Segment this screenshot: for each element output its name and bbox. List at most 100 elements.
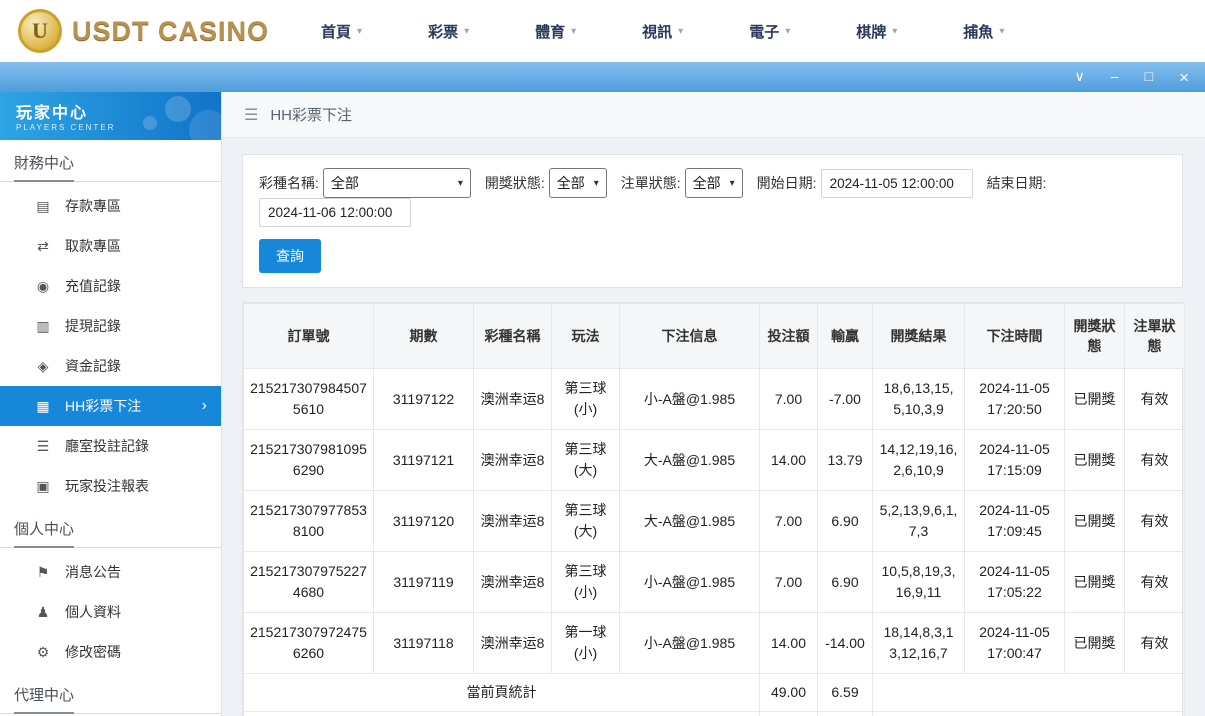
bet-status-select[interactable]: 全部 bbox=[685, 168, 743, 198]
cell-lottery-name: 澳洲幸运8 bbox=[474, 613, 552, 674]
cell-bet-amount: 7.00 bbox=[760, 369, 818, 430]
cell-draw-result: 10,5,8,19,3,16,9,11 bbox=[873, 552, 965, 613]
end-date-input[interactable] bbox=[259, 198, 411, 227]
cell-bet-time: 2024-11-05 17:05:22 bbox=[965, 552, 1065, 613]
cell-bet-status: 有效 bbox=[1125, 430, 1185, 491]
nav-item-cards[interactable]: 棋牌 bbox=[856, 21, 897, 42]
cell-winloss: 13.79 bbox=[818, 430, 873, 491]
nav-item-sports[interactable]: 體育 bbox=[535, 21, 576, 42]
window-title-bar: ∨ – □ × bbox=[0, 62, 1205, 92]
chevron-down-icon bbox=[571, 26, 576, 37]
cell-bet-amount: 14.00 bbox=[760, 613, 818, 674]
maximize-icon[interactable]: □ bbox=[1145, 69, 1153, 86]
cell-issue: 31197121 bbox=[374, 430, 474, 491]
table-header-row: 訂單號 期數 彩種名稱 玩法 下注信息 投注額 輸贏 開獎結果 下注時間 開獎狀… bbox=[244, 304, 1185, 369]
sidebar-item-change-password[interactable]: ⚙ 修改密碼 bbox=[0, 632, 221, 672]
grand-total-bet: 214.00 bbox=[760, 712, 818, 716]
bet-status-label: 注單狀態: bbox=[621, 173, 681, 193]
lottery-bets-icon: ▦ bbox=[34, 398, 52, 415]
cell-bet-status: 有效 bbox=[1125, 552, 1185, 613]
filter-panel: 彩種名稱: 全部 開獎狀態: 全部 注單狀態: 全部 開始日期: 結束日期: 查… bbox=[242, 154, 1183, 288]
sidebar-item-withdraw-area[interactable]: ⇄ 取款專區 bbox=[0, 226, 221, 266]
cell-issue: 31197120 bbox=[374, 491, 474, 552]
close-icon[interactable]: × bbox=[1179, 69, 1189, 86]
breadcrumb: ☰ HH彩票下注 bbox=[222, 92, 1205, 138]
hall-records-icon: ☰ bbox=[34, 438, 52, 455]
draw-status-select[interactable]: 全部 bbox=[549, 168, 607, 198]
bet-status-value: 全部 bbox=[693, 173, 721, 193]
cell-bet-info: 小-A盤@1.985 bbox=[620, 369, 760, 430]
collapse-icon[interactable]: ∨ bbox=[1075, 69, 1085, 86]
cell-bet-status: 有效 bbox=[1125, 491, 1185, 552]
col-bet-info: 下注信息 bbox=[620, 304, 760, 369]
cell-bet-info: 大-A盤@1.985 bbox=[620, 430, 760, 491]
col-bet-status: 注單狀態 bbox=[1125, 304, 1185, 369]
content: 彩種名稱: 全部 開獎狀態: 全部 注單狀態: 全部 開始日期: 結束日期: 查… bbox=[222, 138, 1205, 716]
cell-play-type: 第三球(大) bbox=[552, 430, 620, 491]
brand-logo[interactable]: U USDT CASINO bbox=[18, 9, 269, 53]
end-date-label: 結束日期: bbox=[987, 173, 1047, 193]
cell-draw-status: 已開獎 bbox=[1065, 491, 1125, 552]
lottery-name-select[interactable]: 全部 bbox=[323, 168, 471, 198]
nav-label: 電子 bbox=[749, 21, 779, 42]
cell-draw-status: 已開獎 bbox=[1065, 613, 1125, 674]
start-date-input[interactable] bbox=[821, 169, 973, 198]
hamburger-menu-icon[interactable]: ☰ bbox=[244, 105, 258, 125]
cell-bet-info: 大-A盤@1.985 bbox=[620, 491, 760, 552]
cell-order-no: 2152173079810956290 bbox=[244, 430, 374, 491]
sidebar-item-player-bet-report[interactable]: ▣ 玩家投注報表 bbox=[0, 466, 221, 506]
chevron-down-icon bbox=[892, 26, 897, 37]
cell-bet-time: 2024-11-05 17:15:09 bbox=[965, 430, 1065, 491]
bubble-decoration bbox=[165, 96, 191, 122]
nav-label: 視訊 bbox=[642, 21, 672, 42]
cell-winloss: -14.00 bbox=[818, 613, 873, 674]
cell-issue: 31197118 bbox=[374, 613, 474, 674]
main-area: ☰ HH彩票下注 彩種名稱: 全部 開獎狀態: 全部 注單狀態: 全部 開始日期… bbox=[222, 92, 1205, 716]
cell-issue: 31197119 bbox=[374, 552, 474, 613]
nav-label: 棋牌 bbox=[856, 21, 886, 42]
sidebar-item-cashout-records[interactable]: ▥ 提現記錄 bbox=[0, 306, 221, 346]
person-icon: ♟ bbox=[34, 604, 52, 621]
page-title: HH彩票下注 bbox=[270, 104, 352, 125]
table-row: 2152173079845075610 31197122 澳洲幸运8 第三球(小… bbox=[244, 369, 1185, 430]
minimize-icon[interactable]: – bbox=[1111, 69, 1119, 86]
sidebar-item-announcements[interactable]: ⚑ 消息公告 bbox=[0, 552, 221, 592]
cell-order-no: 2152173079845075610 bbox=[244, 369, 374, 430]
grand-total-row: 總統計 214.00 -15.46 bbox=[244, 712, 1185, 716]
sidebar-item-label: 取款專區 bbox=[65, 236, 121, 256]
nav-label: 首頁 bbox=[321, 21, 351, 42]
col-draw-status: 開獎狀態 bbox=[1065, 304, 1125, 369]
nav-item-slots[interactable]: 電子 bbox=[749, 21, 790, 42]
cell-draw-status: 已開獎 bbox=[1065, 552, 1125, 613]
cell-issue: 31197122 bbox=[374, 369, 474, 430]
cell-bet-time: 2024-11-05 17:09:45 bbox=[965, 491, 1065, 552]
col-lottery-name: 彩種名稱 bbox=[474, 304, 552, 369]
sidebar-item-profile[interactable]: ♟ 個人資料 bbox=[0, 592, 221, 632]
nav-item-fishing[interactable]: 捕魚 bbox=[963, 21, 1004, 42]
sidebar-item-recharge-records[interactable]: ◉ 充值記錄 bbox=[0, 266, 221, 306]
page-total-label: 當前頁統計 bbox=[244, 674, 760, 712]
sidebar-item-deposit-area[interactable]: ▤ 存款專區 bbox=[0, 186, 221, 226]
sidebar-item-label: 修改密碼 bbox=[65, 642, 121, 662]
cell-bet-amount: 7.00 bbox=[760, 552, 818, 613]
withdraw-icon: ⇄ bbox=[34, 238, 52, 255]
sidebar-item-hh-lottery-bets[interactable]: ▦ HH彩票下注 › bbox=[0, 386, 221, 426]
cell-draw-status: 已開獎 bbox=[1065, 369, 1125, 430]
nav-label: 彩票 bbox=[428, 21, 458, 42]
cell-winloss: 6.90 bbox=[818, 491, 873, 552]
cell-lottery-name: 澳洲幸运8 bbox=[474, 369, 552, 430]
nav-item-live[interactable]: 視訊 bbox=[642, 21, 683, 42]
page-total-bet: 49.00 bbox=[760, 674, 818, 712]
nav-item-home[interactable]: 首頁 bbox=[321, 21, 362, 42]
cell-draw-result: 18,6,13,15,5,10,3,9 bbox=[873, 369, 965, 430]
sidebar-item-hall-bet-records[interactable]: ☰ 廳室投註記錄 bbox=[0, 426, 221, 466]
players-center-subtitle: PLAYERS CENTER bbox=[16, 123, 221, 132]
cashout-icon: ▥ bbox=[34, 318, 52, 335]
chevron-right-icon: › bbox=[202, 397, 207, 415]
sidebar-item-funds-records[interactable]: ◈ 資金記錄 bbox=[0, 346, 221, 386]
window-controls: ∨ – □ × bbox=[1075, 69, 1189, 86]
cell-draw-status: 已開獎 bbox=[1065, 430, 1125, 491]
search-button[interactable]: 查詢 bbox=[259, 239, 321, 273]
nav-item-lottery[interactable]: 彩票 bbox=[428, 21, 469, 42]
players-center-header: 玩家中心 PLAYERS CENTER bbox=[0, 92, 221, 140]
